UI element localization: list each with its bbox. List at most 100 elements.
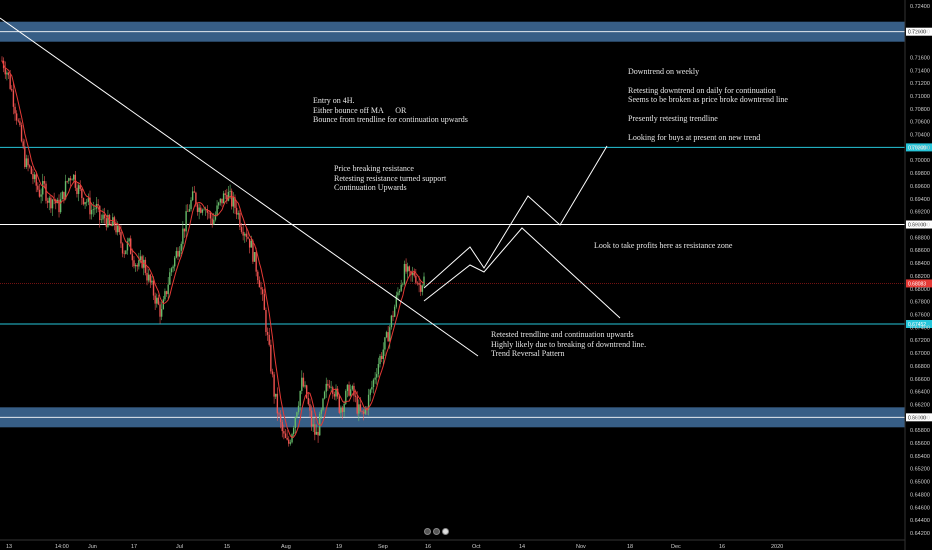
time-tick-label: 13 [6, 544, 12, 550]
price-tick-label: 0.67400 [910, 325, 930, 331]
candle-body [61, 191, 63, 200]
price-tick-label: 0.64800 [910, 492, 930, 498]
candle-body [164, 291, 166, 300]
price-tick-label: 0.66000 [910, 415, 930, 421]
alternate-projection-path [423, 227, 621, 319]
candle-body [309, 404, 311, 411]
time-tick-label: 15 [224, 544, 230, 550]
candle-body [276, 393, 279, 414]
annotation-downtrend: Downtrend on weekly Retesting downtrend … [628, 67, 788, 142]
candle-body [286, 437, 288, 440]
price-tick-label: 0.70000 [910, 158, 930, 164]
time-tick-label: 14:00 [55, 544, 69, 550]
candle-body [149, 274, 151, 283]
candle-body [103, 214, 106, 219]
candle-body [415, 275, 417, 283]
price-tick-label: 0.70600 [910, 120, 930, 126]
time-tick-label: Aug [281, 544, 291, 550]
candle-body [421, 285, 424, 292]
candle-body [169, 272, 171, 285]
candle-body [125, 250, 127, 254]
candle-body [377, 364, 380, 375]
candle-body [387, 332, 389, 342]
candle-body [144, 259, 147, 273]
candle-body [43, 181, 46, 184]
candle-body [208, 212, 210, 214]
trend-drawings [0, 17, 621, 357]
candle-body [37, 185, 39, 190]
candle-body [209, 212, 212, 219]
candle-body [203, 209, 205, 211]
candle-body [312, 424, 314, 427]
candle-body [165, 291, 168, 295]
candle-body [363, 411, 365, 414]
candle-body [175, 251, 178, 258]
price-axis[interactable]: 0.72400 0.72000 0.71600 0.71400 0.71200 0.710… [904, 0, 930, 550]
candle-body [351, 385, 354, 390]
candle-body [423, 276, 425, 286]
candle-body [22, 141, 24, 147]
notification-badge-icon[interactable] [442, 528, 449, 535]
candle-body [343, 403, 345, 412]
time-tick-label: 16 [719, 544, 725, 550]
horizontal-levels: 0.720000.702000.690000.680830.674520.660… [0, 27, 932, 422]
time-tick-label: 16 [425, 544, 431, 550]
candle-body [232, 197, 235, 207]
candle-body [288, 439, 290, 444]
candle-body [420, 284, 422, 292]
price-tick-label: 0.64600 [910, 505, 930, 511]
price-tick-label: 0.68000 [910, 287, 930, 293]
candle-body [24, 146, 26, 168]
candle-body [237, 213, 239, 215]
candle-body [200, 207, 202, 213]
candle-body [17, 120, 19, 122]
candle-body [90, 209, 93, 215]
candle-body [346, 384, 349, 391]
candle-body [284, 433, 287, 438]
candle-body [271, 371, 274, 375]
replay-icon[interactable] [433, 528, 440, 535]
candle-body [156, 297, 158, 304]
candle-body [416, 282, 419, 284]
candle-body [248, 238, 251, 248]
annotation-entry: Entry on 4H. Either bounce off MA OR Bou… [313, 96, 468, 125]
candle-body [218, 202, 220, 206]
candle-body [63, 191, 65, 200]
candle-body [84, 202, 86, 205]
candle-body [81, 188, 83, 199]
candle-body [418, 283, 420, 285]
candle-body [289, 442, 292, 444]
candle-body [297, 405, 300, 413]
candle-body [385, 332, 388, 338]
candle-body [190, 200, 192, 210]
indicator-icon[interactable] [424, 528, 431, 535]
candle-body [100, 219, 103, 221]
candle-body [384, 337, 386, 350]
annotation-take-profits: Look to take profits here as resistance … [594, 241, 733, 250]
candle-body [390, 315, 393, 328]
candle-body [180, 243, 182, 251]
time-axis[interactable]: 13 14:00 Jun 17 Jul 15 Aug 19 Sep 16 Oct 14 Nov 18 Dec… [0, 539, 905, 550]
candle-body [273, 374, 275, 397]
candle-body [317, 431, 319, 436]
candle-body [250, 240, 252, 248]
price-chart[interactable]: 0.720000.702000.690000.680830.674520.660… [0, 0, 932, 550]
time-tick-label: 2020 [771, 544, 783, 550]
candle-body [252, 240, 254, 262]
candle-body [45, 183, 47, 201]
candle-body [42, 181, 44, 195]
candle-body [299, 391, 301, 406]
candle-body [341, 407, 344, 412]
candle-body [253, 252, 256, 262]
price-tick-label: 0.68800 [910, 235, 930, 241]
candle-body [51, 199, 54, 209]
price-tick-label: 0.65400 [910, 454, 930, 460]
candle-body [14, 106, 16, 114]
candle-body [27, 158, 29, 166]
time-tick-label: 17 [131, 544, 137, 550]
candle-body [235, 207, 238, 215]
candle-body [405, 263, 407, 272]
price-tick-label: 0.72400 [910, 4, 930, 10]
candle-body [380, 355, 383, 359]
price-tick-label: 0.69800 [910, 171, 930, 177]
